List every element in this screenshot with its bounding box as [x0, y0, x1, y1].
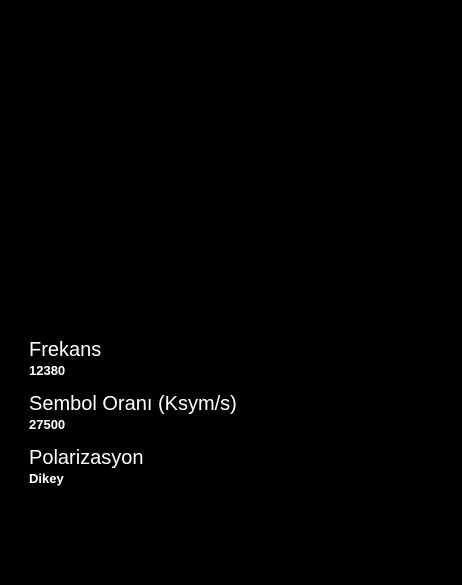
setting-polarization-value: Dikey: [29, 471, 64, 486]
setting-symbol-rate-value: 27500: [29, 417, 66, 432]
setting-frequency-label: Frekans: [29, 339, 102, 361]
setting-polarization[interactable]: Polarizasyon Dikey: [29, 446, 449, 487]
tv-screen: Frekans 12380 Sembol Oranı (Ksym/s) 2750…: [0, 0, 462, 585]
satellite-settings-list: Frekans 12380 Sembol Oranı (Ksym/s) 2750…: [29, 338, 449, 500]
setting-frequency-value: 12380: [29, 363, 66, 378]
setting-symbol-rate-label: Sembol Oranı (Ksym/s): [29, 393, 237, 415]
setting-symbol-rate[interactable]: Sembol Oranı (Ksym/s) 27500: [29, 392, 449, 433]
setting-frequency[interactable]: Frekans 12380: [29, 338, 449, 379]
setting-polarization-label: Polarizasyon: [29, 447, 144, 469]
